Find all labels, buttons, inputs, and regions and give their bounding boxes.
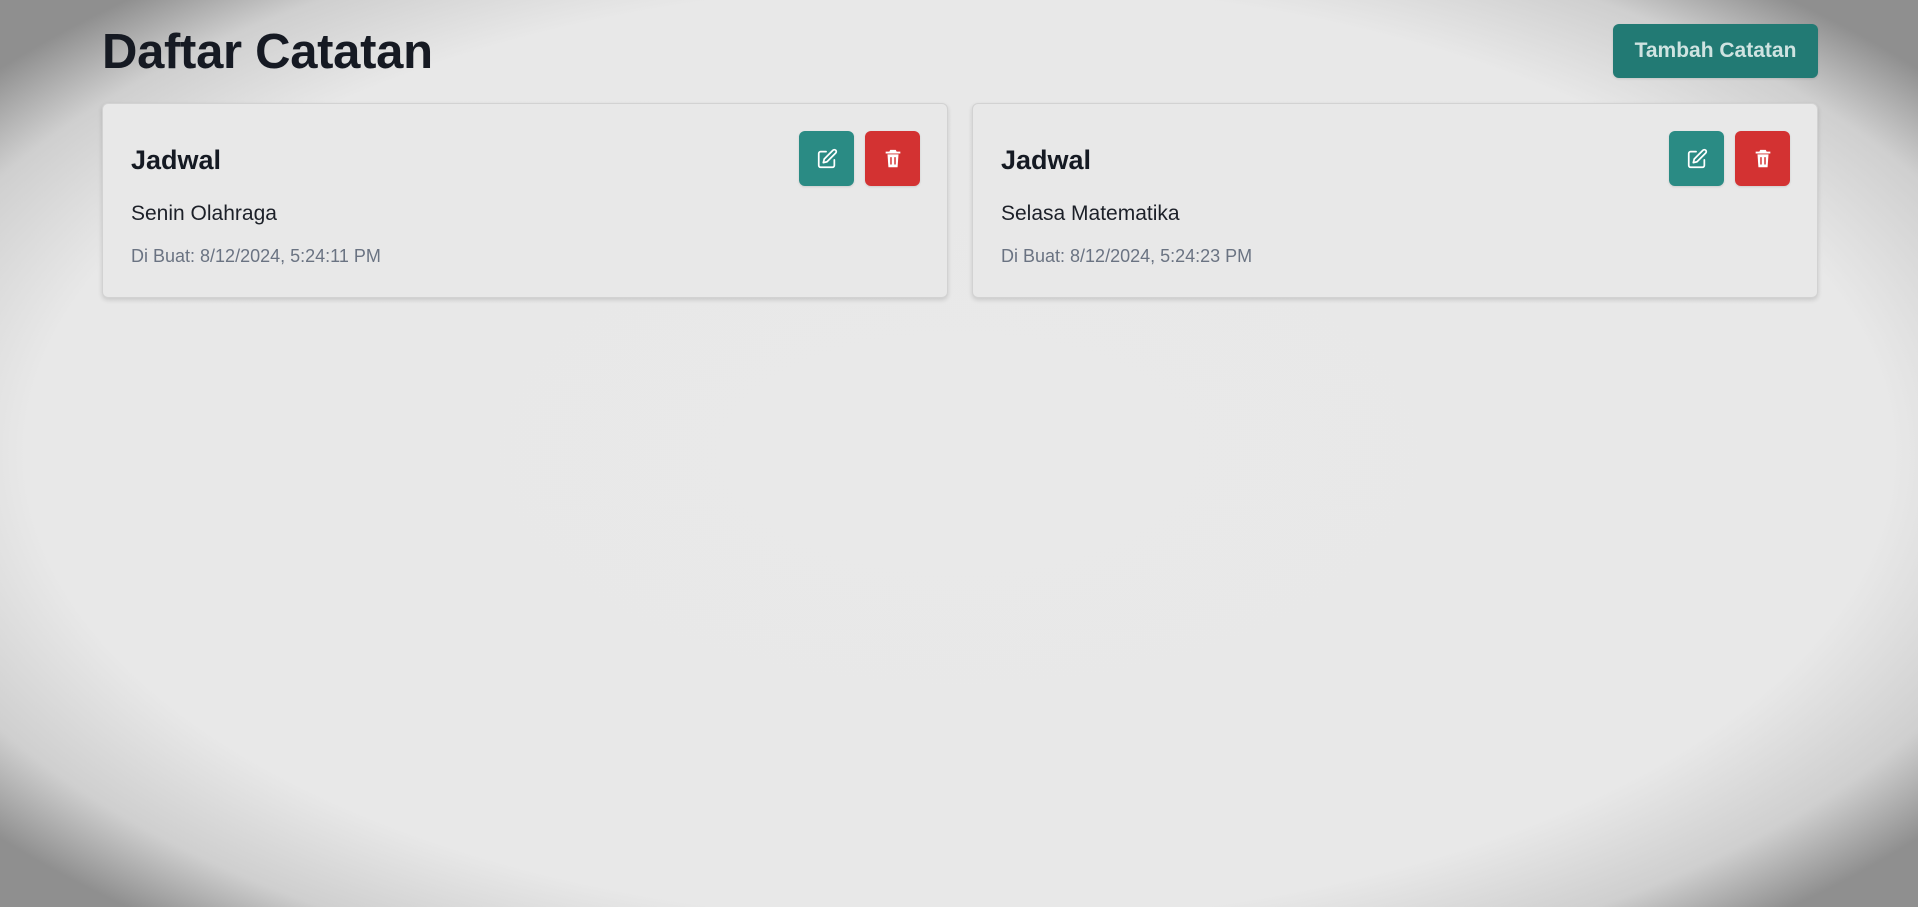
edit-note-button[interactable]	[799, 131, 854, 186]
page-title: Daftar Catatan	[102, 25, 433, 79]
trash-icon	[882, 148, 904, 170]
note-actions	[1669, 131, 1790, 186]
delete-note-button[interactable]	[1735, 131, 1790, 186]
delete-note-button[interactable]	[865, 131, 920, 186]
note-card: Jadwal	[102, 103, 948, 298]
note-card: Jadwal	[972, 103, 1818, 298]
add-note-button[interactable]: Tambah Catatan	[1613, 24, 1818, 78]
notes-grid: Jadwal Senin Olahraga Di Buat: 8/12/2024…	[102, 103, 1818, 298]
trash-icon	[1752, 148, 1774, 170]
edit-icon	[816, 148, 838, 170]
note-actions	[799, 131, 920, 186]
note-content: Selasa Matematika	[1001, 202, 1180, 225]
edit-icon	[1686, 148, 1708, 170]
note-created-date: Di Buat: 8/12/2024, 5:24:23 PM	[1001, 246, 1253, 266]
note-created-date: Di Buat: 8/12/2024, 5:24:11 PM	[131, 246, 381, 266]
edit-note-button[interactable]	[1669, 131, 1724, 186]
note-title: Jadwal	[1001, 145, 1092, 175]
page-header: Daftar Catatan Tambah Catatan	[102, 24, 1818, 80]
note-content: Senin Olahraga	[131, 202, 277, 225]
note-title: Jadwal	[131, 145, 222, 175]
